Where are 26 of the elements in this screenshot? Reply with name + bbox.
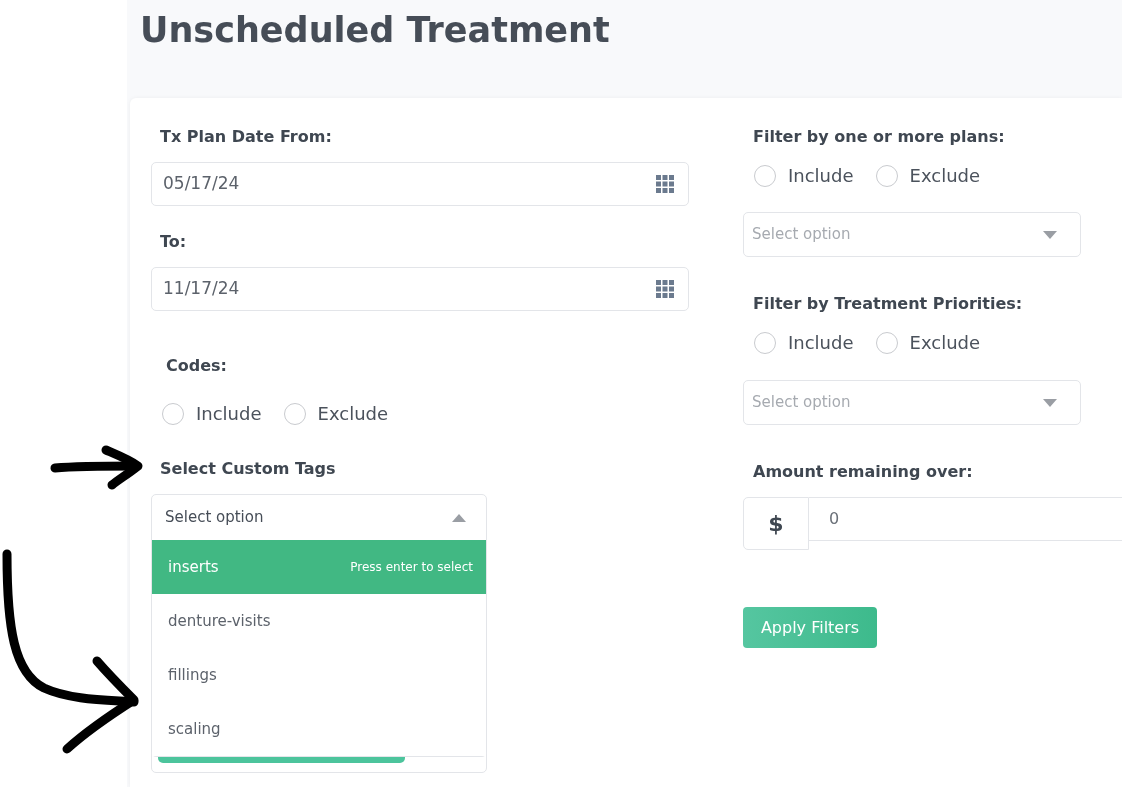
field-label: Tx Plan Date From: [160, 126, 332, 148]
field-label: Filter by Treatment Priorities: [753, 293, 1023, 315]
currency-addon: $ [743, 497, 809, 550]
radio-option[interactable]: Include [754, 331, 854, 355]
caret-icon [1043, 398, 1057, 407]
field-label: To: [160, 231, 187, 253]
amount-input[interactable]: 0 [809, 497, 1122, 541]
calendar-grid-icon [656, 175, 674, 193]
calendar-grid-icon [656, 280, 674, 298]
field-label: Select Custom Tags [160, 458, 336, 480]
field-label: Amount remaining over: [753, 461, 973, 483]
radio-option[interactable]: Exclude [875, 331, 981, 355]
option-hint: Press enter to select [350, 559, 473, 576]
radio-option[interactable]: Exclude [875, 164, 981, 188]
field-label: Filter by one or more plans: [753, 126, 1005, 148]
caret-icon [1043, 230, 1057, 239]
date-field[interactable]: 05/17/24 [151, 162, 689, 206]
radio-option[interactable]: Include [754, 164, 854, 188]
radio-option[interactable]: Include [162, 402, 262, 426]
caret-icon [452, 513, 466, 522]
covered-button[interactable] [158, 757, 405, 763]
field-label: Codes: [166, 355, 227, 377]
select-field[interactable]: Select option [152, 495, 486, 540]
radio-option[interactable]: Exclude [283, 402, 389, 426]
date-field[interactable]: 11/17/24 [151, 267, 689, 311]
page-title: Unscheduled Treatment [140, 9, 610, 52]
